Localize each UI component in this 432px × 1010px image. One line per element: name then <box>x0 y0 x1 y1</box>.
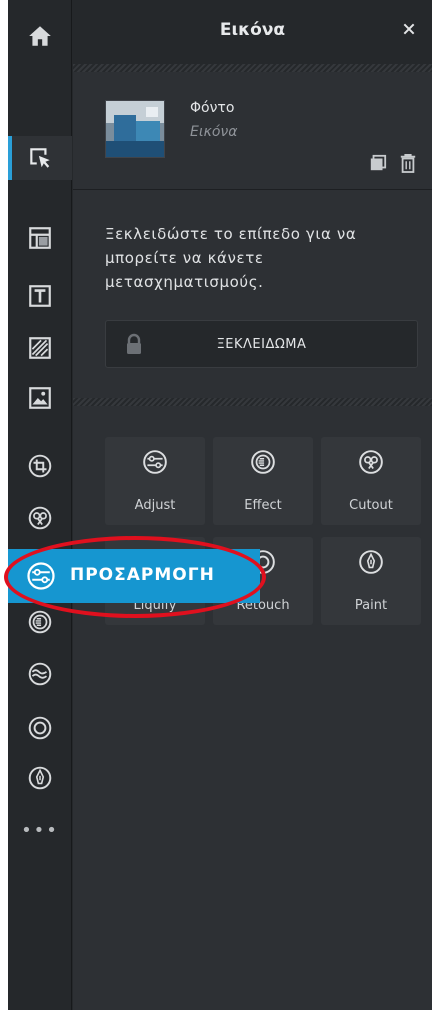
unlock-button[interactable]: ΞΕΚΛΕΙΔΩΜΑ <box>105 320 418 368</box>
properties-panel: Εικόνα Φόντο Εικόνα Ξεκλειδώστε το επίπε… <box>73 0 432 1010</box>
layer-name: Φόντο <box>190 100 235 116</box>
layer-thumbnail <box>105 100 165 158</box>
layout-icon <box>29 227 51 249</box>
crop-tool-button[interactable] <box>8 444 72 488</box>
panel-header: Εικόνα <box>73 0 432 64</box>
tool-label: Paint <box>354 598 388 613</box>
delete-layer-button[interactable] <box>398 152 418 174</box>
effect-icon <box>251 450 275 474</box>
unlock-label: ΞΕΚΛΕΙΔΩΜΑ <box>216 336 307 352</box>
texture-icon <box>29 337 51 359</box>
liquify-icon <box>28 662 52 686</box>
divider-hatch-2 <box>73 398 432 406</box>
tool-label: Cutout <box>349 498 393 513</box>
effect-icon <box>28 610 52 634</box>
texture-tool-button[interactable] <box>8 326 72 370</box>
text-tool-button[interactable] <box>8 274 72 318</box>
paint-tool-button[interactable] <box>8 756 72 800</box>
close-icon <box>403 23 415 35</box>
more-icon: ••• <box>21 819 59 841</box>
paint-tool[interactable]: Paint <box>321 537 421 625</box>
duplicate-icon <box>370 154 387 171</box>
layer-actions <box>368 152 418 174</box>
annotation-ring <box>4 536 266 618</box>
paint-icon <box>359 550 383 574</box>
adjust-icon <box>143 450 167 474</box>
layout-tool-button[interactable] <box>8 216 72 260</box>
crop-icon <box>28 454 52 478</box>
arrange-tool-button[interactable] <box>8 136 72 180</box>
tool-label: Effect <box>244 498 282 513</box>
duplicate-layer-button[interactable] <box>368 152 388 174</box>
panel-title: Εικόνα <box>219 20 286 40</box>
layer-type: Εικόνα <box>190 124 238 140</box>
trash-icon <box>400 154 416 173</box>
tool-label: Adjust <box>134 498 176 513</box>
retouch-tool-button[interactable] <box>8 706 72 750</box>
divider-hatch <box>73 64 432 72</box>
text-icon <box>29 285 51 307</box>
cutout-icon <box>359 450 383 474</box>
close-button[interactable] <box>396 16 422 42</box>
unlock-info-text: Ξεκλειδώστε το επίπεδο για να μπορείτε ν… <box>105 225 357 291</box>
home-icon <box>29 26 51 46</box>
adjust-tool[interactable]: Adjust <box>105 437 205 525</box>
left-toolbar: ••• <box>8 0 72 1010</box>
home-button[interactable] <box>8 14 72 58</box>
editor-frame: ••• Εικόνα Φόντο Εικόνα Ξεκλειδώστε το ε… <box>8 0 432 1010</box>
liquify-tool-button[interactable] <box>8 652 72 696</box>
layer-item[interactable]: Φόντο Εικόνα <box>73 72 432 190</box>
cutout-icon <box>28 506 52 530</box>
cutout-tool[interactable]: Cutout <box>321 437 421 525</box>
image-tool-button[interactable] <box>8 376 72 420</box>
effect-tool[interactable]: Effect <box>213 437 313 525</box>
more-tools-button[interactable]: ••• <box>8 808 72 852</box>
image-icon <box>29 387 51 409</box>
paint-icon <box>28 766 52 790</box>
retouch-icon <box>28 716 52 740</box>
arrange-icon <box>30 148 50 168</box>
cutout-tool-button[interactable] <box>8 496 72 540</box>
